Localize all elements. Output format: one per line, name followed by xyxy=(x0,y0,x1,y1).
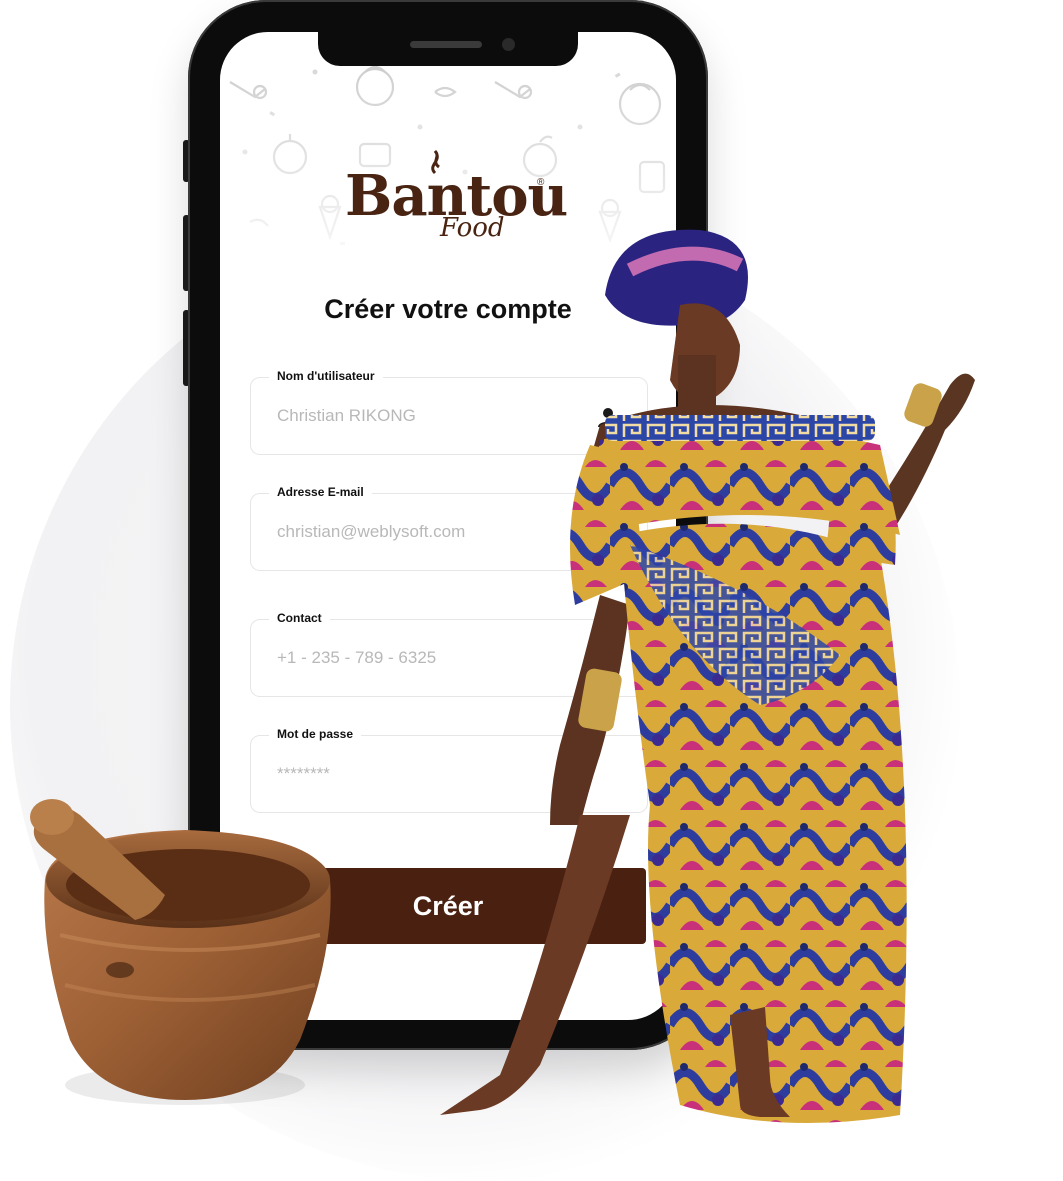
email-label: Adresse E-mail xyxy=(269,485,372,499)
contact-placeholder: +1 - 235 - 789 - 6325 xyxy=(277,648,437,667)
password-label: Mot de passe xyxy=(269,727,362,741)
phone-camera xyxy=(502,38,515,51)
username-placeholder: Christian RIKONG xyxy=(277,406,416,425)
registered-mark: ® xyxy=(537,177,545,188)
username-label: Nom d'utilisateur xyxy=(269,369,383,383)
phone-notch xyxy=(318,32,578,66)
password-placeholder: ******** xyxy=(277,764,330,783)
wooden-mortar-illustration xyxy=(30,799,331,1105)
phone-speaker xyxy=(410,41,482,48)
woman-wax-dress-illustration xyxy=(440,229,975,1123)
contact-label: Contact xyxy=(269,611,330,625)
